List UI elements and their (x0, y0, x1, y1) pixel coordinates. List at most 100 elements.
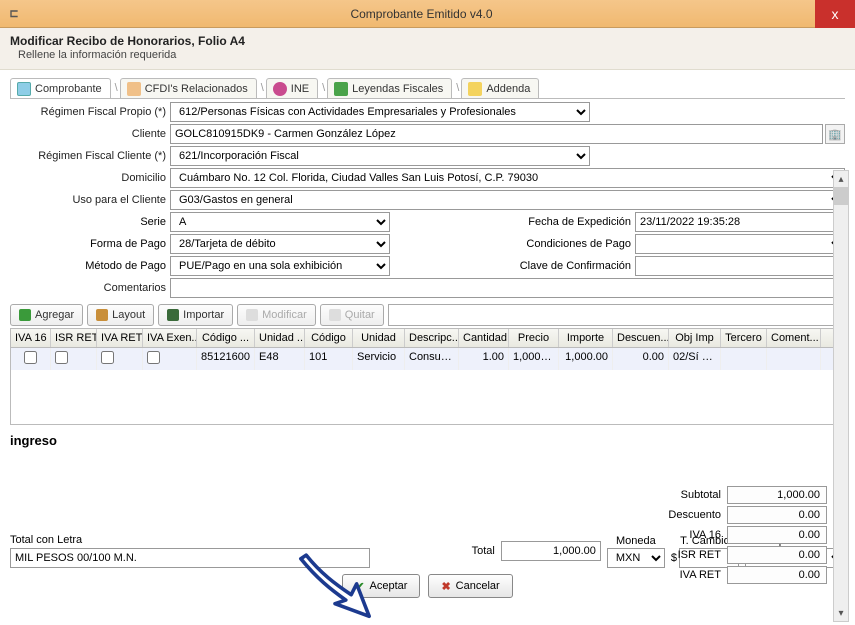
minus-icon (329, 309, 341, 321)
totals-panel: Subtotal Descuento IVA 16 ISR RET IVA RE… (668, 486, 827, 586)
row-unidad2: Servicio (353, 348, 405, 370)
label-isrret-total: ISR RET (678, 549, 721, 561)
scroll-down-icon[interactable]: ▾ (834, 605, 848, 621)
grid-search-input[interactable] (388, 304, 845, 326)
domicilio-select[interactable]: Cuámbaro No. 12 Col. Florida, Ciudad Val… (170, 168, 845, 188)
grid-header: IVA 16 ISR RET IVA RET IVA Exen... Códig… (11, 329, 844, 348)
titlebar[interactable]: ⊏ Comprobante Emitido v4.0 x (0, 0, 855, 28)
metodo-pago-select[interactable]: PUE/Pago en una sola exhibición (170, 256, 390, 276)
label-comentarios: Comentarios (10, 282, 170, 294)
uso-cliente-select[interactable]: G03/Gastos en general (170, 190, 845, 210)
col-codigo2[interactable]: Código (305, 329, 353, 347)
label-total: Total (472, 545, 495, 557)
label-regimen-propio: Régimen Fiscal Propio (*) (10, 106, 170, 118)
grid-toolbar: Agregar Layout Importar Modificar Quitar (10, 304, 845, 326)
tab-cfdi[interactable]: CFDI's Relacionados (120, 78, 257, 98)
row-iva16-checkbox[interactable] (24, 351, 37, 364)
total-field (501, 541, 601, 561)
agregar-button[interactable]: Agregar (10, 304, 83, 326)
col-isrret[interactable]: ISR RET (51, 329, 97, 347)
ingreso-label: ingreso (10, 433, 845, 448)
col-importe[interactable]: Importe (559, 329, 613, 347)
col-ivaret[interactable]: IVA RET (97, 329, 143, 347)
label-cliente: Cliente (10, 128, 170, 140)
label-forma-pago: Forma de Pago (10, 238, 170, 250)
col-coment[interactable]: Coment... (767, 329, 821, 347)
row-importe: 1,000.00 (559, 348, 613, 370)
label-domicilio: Domicilio (10, 172, 170, 184)
row-unidad: E48 (255, 348, 305, 370)
col-unidad[interactable]: Unidad ... (255, 329, 305, 347)
label-fecha-exp: Fecha de Expedición (505, 216, 635, 228)
row-ivaexen-checkbox[interactable] (147, 351, 160, 364)
close-button[interactable]: x (815, 0, 855, 28)
import-icon (167, 309, 179, 321)
col-objimp[interactable]: Obj Imp (669, 329, 721, 347)
tab-addenda[interactable]: Addenda (461, 78, 539, 98)
page-title: Modificar Recibo de Honorarios, Folio A4 (10, 34, 845, 48)
col-cantidad[interactable]: Cantidad (459, 329, 509, 347)
tabstrip: Comprobante \ CFDI's Relacionados \ INE … (10, 78, 845, 99)
regimen-propio-select[interactable]: 612/Personas Físicas con Actividades Emp… (170, 102, 590, 122)
label-descuento: Descuento (668, 509, 721, 521)
page-subtitle: Rellene la información requerida (10, 49, 845, 61)
moneda-select[interactable]: MXN (607, 548, 665, 568)
col-ivaexen[interactable]: IVA Exen... (143, 329, 197, 347)
col-precio[interactable]: Precio (509, 329, 559, 347)
row-codigo2: 101 (305, 348, 353, 370)
vertical-scrollbar[interactable]: ▴ ▾ (833, 170, 849, 622)
fecha-exp-input[interactable] (635, 212, 845, 232)
row-objimp: 02/Sí ob... (669, 348, 721, 370)
serie-select[interactable]: A (170, 212, 390, 232)
modificar-button: Modificar (237, 304, 316, 326)
total-letra-input[interactable] (10, 548, 370, 568)
label-subtotal: Subtotal (681, 489, 721, 501)
quitar-button: Quitar (320, 304, 384, 326)
cancel-icon: ✖ (441, 580, 450, 593)
items-grid: IVA 16 ISR RET IVA RET IVA Exen... Códig… (10, 328, 845, 425)
regimen-cliente-select[interactable]: 621/Incorporación Fiscal (170, 146, 590, 166)
col-descrip[interactable]: Descripc... (405, 329, 459, 347)
scroll-thumb[interactable] (834, 187, 848, 205)
col-codigo[interactable]: Código ... (197, 329, 255, 347)
importar-button[interactable]: Importar (158, 304, 233, 326)
label-ivaret-total: IVA RET (680, 569, 721, 581)
check-icon: ✔ (355, 580, 364, 593)
tab-comprobante[interactable]: Comprobante (10, 78, 111, 98)
label-clave-conf: Clave de Confirmación (505, 260, 635, 272)
ivaret-field (727, 566, 827, 584)
clave-conf-input[interactable] (635, 256, 845, 276)
cond-pago-select[interactable] (635, 234, 845, 254)
tab-leyendas[interactable]: Leyendas Fiscales (327, 78, 452, 98)
row-descrip: Consult... (405, 348, 459, 370)
row-coment (767, 348, 821, 370)
label-iva16-total: IVA 16 (689, 529, 721, 541)
col-tercero[interactable]: Tercero (721, 329, 767, 347)
building-icon: 🏢 (828, 128, 842, 141)
tab-ine[interactable]: INE (266, 78, 318, 98)
label-uso-cliente: Uso para el Cliente (10, 194, 170, 206)
label-metodo-pago: Método de Pago (10, 260, 170, 272)
page-header: Modificar Recibo de Honorarios, Folio A4… (0, 28, 855, 70)
cliente-lookup-button[interactable]: 🏢 (825, 124, 845, 144)
label-total-letra: Total con Letra (10, 534, 370, 546)
comentarios-input[interactable] (170, 278, 845, 298)
app-icon: ⊏ (0, 0, 28, 28)
row-tercero (721, 348, 767, 370)
row-ivaret-checkbox[interactable] (101, 351, 114, 364)
table-row[interactable]: 85121600 E48 101 Servicio Consult... 1.0… (11, 348, 844, 370)
cancelar-button[interactable]: ✖Cancelar (428, 574, 512, 598)
plus-icon (19, 309, 31, 321)
col-descuen[interactable]: Descuen... (613, 329, 669, 347)
aceptar-button[interactable]: ✔Aceptar (342, 574, 420, 598)
forma-pago-select[interactable]: 28/Tarjeta de débito (170, 234, 390, 254)
col-unidad2[interactable]: Unidad (353, 329, 405, 347)
col-iva16[interactable]: IVA 16 (11, 329, 51, 347)
scroll-up-icon[interactable]: ▴ (834, 171, 848, 187)
label-moneda: Moneda (616, 535, 656, 547)
descuento-field (727, 506, 827, 524)
row-isrret-checkbox[interactable] (55, 351, 68, 364)
row-codigo: 85121600 (197, 348, 255, 370)
layout-button[interactable]: Layout (87, 304, 154, 326)
cliente-input[interactable] (170, 124, 823, 144)
